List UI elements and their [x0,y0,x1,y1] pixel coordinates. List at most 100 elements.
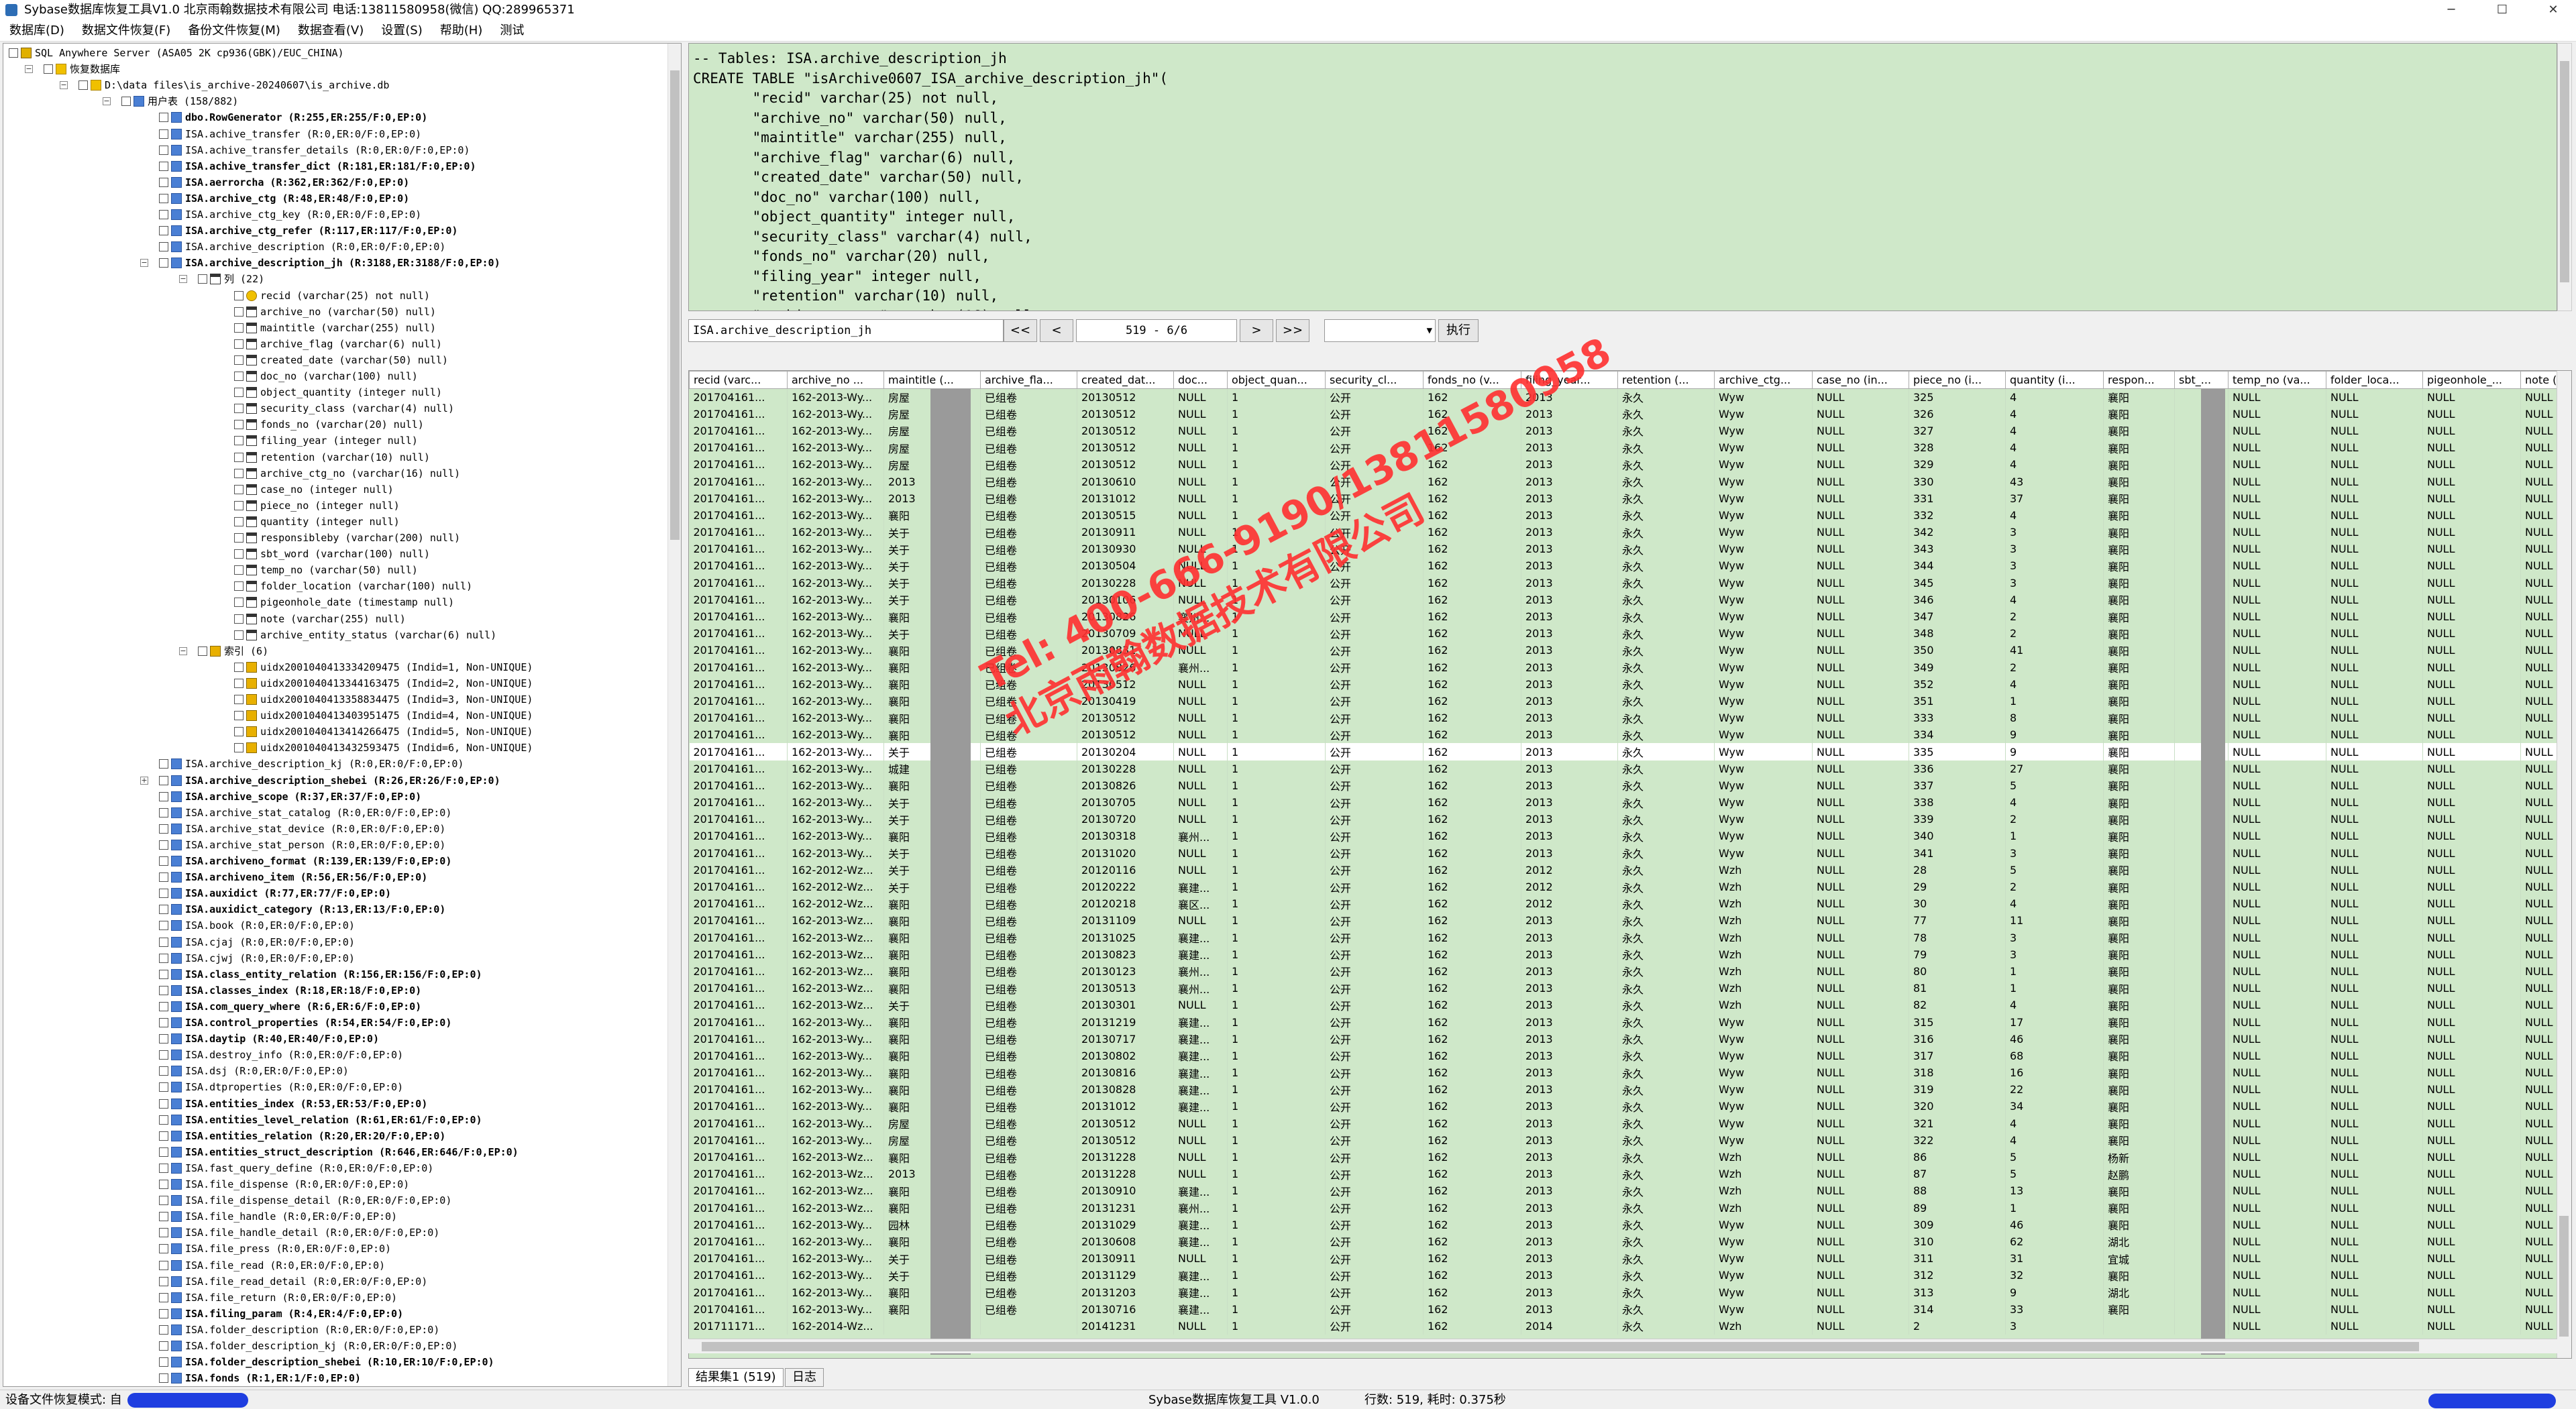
checkbox[interactable] [159,1244,168,1254]
checkbox[interactable] [159,1196,168,1206]
table-cell[interactable]: Wyw [1714,608,1813,626]
table-cell[interactable]: 2013 [1521,946,1618,963]
table-cell[interactable]: 1 [1227,912,1326,929]
table-cell[interactable]: 43 [2005,473,2104,490]
checkbox[interactable] [159,985,168,995]
table-cell[interactable]: 330 [1909,473,2006,490]
tree-column-item[interactable]: created_date (varchar(50) null) [234,352,448,368]
table-cell[interactable]: 162-2013-Wy... [787,642,884,659]
tree-table-item[interactable]: ISA.archive_stat_device (R:0,ER:0/F:0,EP… [159,821,445,837]
checkbox[interactable] [159,258,168,268]
table-cell[interactable]: NULL [1812,743,1909,760]
table-cell[interactable]: 201704161... [689,726,788,744]
table-cell[interactable]: Wzh [1714,962,1813,980]
table-cell[interactable]: 162-2013-Wy... [787,743,884,760]
table-cell[interactable]: NULL [2326,574,2423,591]
table-cell[interactable]: NULL [1812,1182,1909,1200]
table-cell[interactable]: 襄区... [1173,895,1228,913]
table-cell[interactable]: 已组卷 [980,710,1077,727]
checkbox[interactable] [159,210,168,219]
checkbox[interactable] [159,1115,168,1125]
table-cell[interactable]: NULL [2228,642,2326,659]
table-cell[interactable]: NULL [2228,997,2326,1014]
table-cell[interactable]: 永久 [1617,980,1715,997]
table-cell[interactable]: 162 [1423,861,1521,879]
table-cell[interactable]: 襄阳 [2103,946,2175,963]
table-cell[interactable]: NULL [2520,1115,2561,1132]
table-cell[interactable]: 201704161... [689,1166,788,1183]
tree-column-item[interactable]: quantity (integer null) [234,514,400,530]
table-cell[interactable]: 162 [1423,726,1521,744]
table-cell[interactable]: 162 [1423,659,1521,676]
table-cell[interactable]: 2013 [1521,912,1618,929]
table-cell[interactable]: 17 [2005,1013,2104,1031]
table-cell[interactable]: 1 [2005,962,2104,980]
table-cell[interactable]: 永久 [1617,675,1715,693]
table-cell[interactable]: 2013 [1521,1233,1618,1251]
checkbox[interactable] [159,1018,168,1027]
tree-column-item[interactable]: pigeonhole_date (timestamp null) [234,594,454,610]
table-cell[interactable]: 201704161... [689,541,788,558]
tree-column-item[interactable]: sbt_word (varchar(100) null) [234,546,430,562]
table-cell[interactable]: NULL [2422,608,2521,626]
table-cell[interactable]: 襄阳 [2103,388,2175,406]
table-cell[interactable]: NULL [2228,625,2326,642]
table-cell[interactable]: 4 [2005,794,2104,811]
table-cell[interactable]: 已组卷 [980,659,1077,676]
tree-table-item[interactable]: ISA.auxidict (R:77,ER:77/F:0,EP:0) [159,885,391,901]
table-cell[interactable]: 4 [2005,997,2104,1014]
table-cell[interactable]: 201704161... [689,557,788,575]
table-cell[interactable]: 已组卷 [980,524,1077,541]
table-cell[interactable]: NULL [2520,574,2561,591]
column-header[interactable]: fonds_no (v... [1423,371,1521,389]
table-cell[interactable]: NULL [1812,962,1909,980]
table-cell[interactable]: 1 [1227,388,1326,406]
table-cell[interactable]: 2013 [1521,591,1618,608]
table-cell[interactable]: 襄阳 [2103,726,2175,744]
table-cell[interactable]: NULL [2228,574,2326,591]
table-cell[interactable]: NULL [1812,1199,1909,1217]
table-cell[interactable]: 已组卷 [980,726,1077,744]
table-cell[interactable]: 襄阳 [2103,642,2175,659]
checkbox[interactable] [159,129,168,139]
table-cell[interactable]: 201704161... [689,1267,788,1284]
table-cell[interactable]: NULL [2326,625,2423,642]
checkbox[interactable] [44,64,53,74]
checkbox[interactable] [234,533,244,543]
column-header[interactable]: object_quan... [1227,371,1326,389]
table-cell[interactable]: NULL [2326,861,2423,879]
table-cell[interactable]: NULL [2520,760,2561,777]
table-cell[interactable]: 公开 [1325,1166,1424,1183]
checkbox[interactable] [159,1066,168,1076]
table-cell[interactable]: 20141231 [1077,1317,1174,1335]
table-cell[interactable]: 1 [1227,1115,1326,1132]
checkbox[interactable] [234,743,244,753]
table-cell[interactable]: 已组卷 [980,828,1077,845]
table-cell[interactable]: 162 [1423,524,1521,541]
table-cell[interactable]: 襄阳 [2103,1300,2175,1318]
table-cell[interactable]: 162 [1423,1166,1521,1183]
table-cell[interactable]: 2013 [1521,1064,1618,1082]
table-cell[interactable]: NULL [2422,692,2521,710]
table-cell[interactable]: NULL [2520,1250,2561,1267]
minimize-button[interactable]: ─ [2431,0,2471,20]
table-cell[interactable]: 2013 [1521,1131,1618,1149]
table-cell[interactable]: 20130512 [1077,422,1174,440]
checkbox[interactable] [234,598,244,608]
table-cell[interactable]: 20130419 [1077,692,1174,710]
table-cell[interactable]: 162 [1423,388,1521,406]
table-cell[interactable]: 已组卷 [980,1131,1077,1149]
tree-column-item[interactable]: case_no (integer null) [234,482,394,498]
table-cell[interactable]: NULL [2228,844,2326,862]
table-cell[interactable]: 公开 [1325,946,1424,963]
table-cell[interactable]: 已组卷 [980,422,1077,440]
table-cell[interactable]: 2013 [1521,422,1618,440]
table-cell[interactable]: 3 [2005,946,2104,963]
table-cell[interactable]: 已组卷 [980,490,1077,507]
table-cell[interactable]: NULL [2520,1199,2561,1217]
table-cell[interactable]: 永久 [1617,844,1715,862]
table-cell[interactable]: 公开 [1325,760,1424,777]
tree-column-item[interactable]: temp_no (varchar(50) null) [234,562,418,578]
checkbox[interactable] [159,1325,168,1335]
table-cell[interactable]: 162 [1423,1199,1521,1217]
